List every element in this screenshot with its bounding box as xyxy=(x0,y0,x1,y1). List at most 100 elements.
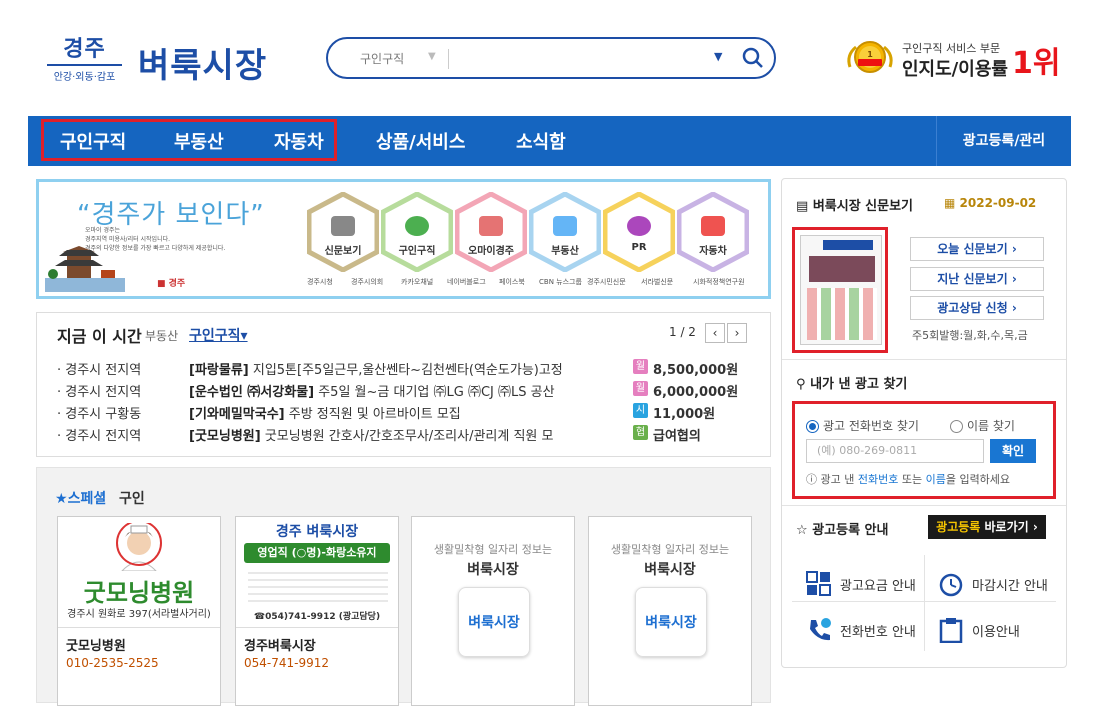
hex-newspaper[interactable]: 신문보기 xyxy=(307,192,379,272)
logo-region-title: 경주 xyxy=(63,37,106,62)
newspaper-icon xyxy=(331,216,355,236)
link-label: 광고요금 안내 xyxy=(840,579,916,594)
building-icon xyxy=(479,216,503,236)
listing-location: · 경주시 구황동 xyxy=(57,407,142,422)
grid-vertical-divider xyxy=(924,555,925,651)
hex-realestate[interactable]: 부동산 xyxy=(529,192,601,272)
card-image-title: 굿모닝병원 xyxy=(83,579,195,607)
phone-number-input[interactable]: (예) 080-269-0811 xyxy=(806,439,984,463)
today-newspaper-button[interactable]: 오늘 신문보기 xyxy=(910,237,1044,261)
listing-text[interactable]: [기와메밀막국수] 주방 정직원 및 아르바이트 모집 xyxy=(189,403,629,422)
hex-jobs[interactable]: 구인구직 xyxy=(381,192,453,272)
search-input[interactable] xyxy=(456,47,706,71)
footer-link-institute[interactable]: 시화적정책연구원 xyxy=(693,277,745,287)
ad-guide-title-label: 광고등록 안내 xyxy=(812,523,889,538)
nav-item-cars[interactable]: 자동차 xyxy=(274,128,324,154)
next-page-button[interactable]: › xyxy=(727,323,747,343)
prev-page-button[interactable]: ‹ xyxy=(705,323,725,343)
shortcut-highlight: 광고등록 xyxy=(936,520,981,534)
info-icon: ⓘ xyxy=(806,473,821,486)
tab-realestate[interactable]: 부동산 xyxy=(145,327,178,344)
person-icon xyxy=(405,216,429,236)
ad-title: 벼룩시장 xyxy=(467,562,519,578)
special-card-ad[interactable]: 생활밀착형 일자리 정보는 벼룩시장 벼룩시장 xyxy=(411,516,575,706)
search-icon[interactable] xyxy=(740,45,766,71)
footer-link-citizen-paper[interactable]: 경주시민신문 xyxy=(587,277,626,287)
award-category: 구인구직 서비스 부문 xyxy=(902,42,1001,55)
listing-amount: 8,500,000원 xyxy=(653,363,739,378)
card-name: 경주벼룩시장 xyxy=(244,639,316,654)
ad-register-shortcut-button[interactable]: 광고등록 바로가기 › xyxy=(928,515,1046,539)
footer-link-blog[interactable]: 네이버블로그 xyxy=(447,277,486,287)
section-divider xyxy=(782,359,1066,360)
footer-link-seorabeol[interactable]: 서라벌신문 xyxy=(641,277,673,287)
hex-label: 부동산 xyxy=(551,246,579,257)
card-image-details xyxy=(248,567,388,605)
award-medal-icon: 1 xyxy=(847,41,893,73)
section-divider xyxy=(782,505,1066,506)
listing-amount: 급여협의 xyxy=(653,429,701,444)
right-sidebar: ▤ 벼룩시장 신문보기 ▦ 2022-09-02 오늘 신문보기 지난 신문보기… xyxy=(781,178,1067,668)
search-icon: ⚲ xyxy=(796,377,811,392)
listing-desc: 주5일 월~금 대기업 ㈜LG ㈜CJ ㈜LS 공산 xyxy=(314,385,555,400)
category-arrow-icon[interactable]: ▼ xyxy=(428,51,436,62)
hex-pr[interactable]: PR xyxy=(603,192,675,272)
nav-item-realestate[interactable]: 부동산 xyxy=(174,128,224,154)
promo-banner[interactable]: “경주가 보인다” 오마이 경주는 경주지역 미용사/리터 시작입니다. 경주의… xyxy=(36,179,771,299)
search-category-select[interactable]: 구인구직 xyxy=(360,50,404,67)
hint-text: 을 입력하세요 xyxy=(945,473,1011,486)
nav-item-news[interactable]: 소식함 xyxy=(516,128,566,154)
footer-link-kakao[interactable]: 카카오채널 xyxy=(401,277,433,287)
card-divider xyxy=(236,627,398,628)
price-grid-icon xyxy=(806,571,831,596)
listing-location: · 경주시 전지역 xyxy=(57,429,142,444)
newspaper-thumbnail[interactable] xyxy=(800,235,882,345)
ad-register-link[interactable]: 광고등록/관리 xyxy=(936,116,1071,166)
hint-text: 또는 xyxy=(898,473,926,486)
publish-schedule: 주5회발행:월,화,수,목,금 xyxy=(912,329,1028,342)
listing-desc: 지입5톤[주5일근무,울산쎈타~김천쎈타(역순도가능)고정 xyxy=(248,363,563,378)
find-ad-title: ⚲ 내가 낸 광고 찾기 xyxy=(796,373,907,392)
radio-phone-search[interactable]: 광고 전화번호 찾기 xyxy=(806,417,919,434)
link-label: 마감시간 안내 xyxy=(972,579,1048,594)
house-icon xyxy=(553,216,577,236)
special-card-market[interactable]: 경주 벼룩시장 영업직 (○명)-화랑소유지 ☎054)741-9912 (광고… xyxy=(235,516,399,706)
find-ad-title-label: 내가 낸 광고 찾기 xyxy=(810,377,908,392)
ad-logo: 벼룩시장 xyxy=(458,587,530,657)
listing-text[interactable]: [굿모닝병원] 굿모닝병원 간호사/간호조무사/조리사/관리계 직원 모 xyxy=(189,425,629,444)
pay-type-badge: 시 xyxy=(633,403,648,418)
ad-guide-title: ☆ 광고등록 안내 xyxy=(796,519,888,538)
regional-logo[interactable]: 경주 안강·외동·감포 xyxy=(47,38,122,83)
nav-item-goods[interactable]: 상품/서비스 xyxy=(376,128,465,154)
input-hint: ⓘ 광고 낸 전화번호 또는 이름을 입력하세요 xyxy=(806,471,1010,487)
date-value: 2022-09-02 xyxy=(959,196,1037,210)
ad-consult-button[interactable]: 광고상담 신청 xyxy=(910,296,1044,320)
site-logo[interactable]: 벼룩시장 xyxy=(138,38,267,87)
tab-jobs-label: 구인구직 xyxy=(189,328,241,344)
footer-link-cbn[interactable]: CBN 뉴스그룹 xyxy=(539,277,582,287)
newspaper-title-label: 벼룩시장 신문보기 xyxy=(812,199,914,214)
award-metric: 인지도/이용률 xyxy=(902,59,1008,80)
radio-checked-icon xyxy=(806,420,819,433)
tab-jobs[interactable]: 구인구직▾ xyxy=(189,325,248,345)
radio-label: 이름 찾기 xyxy=(967,419,1015,433)
special-card-hospital[interactable]: 굿모닝병원 경주시 원화로 397(서라벌사거리) 굿모닝병원 010-2535… xyxy=(57,516,221,706)
radio-name-search[interactable]: 이름 찾기 xyxy=(950,417,1015,434)
now-listings-panel: 지금 이 시간 부동산 구인구직▾ 1 / 2 ‹ › · 경주시 전지역 [파… xyxy=(36,312,771,457)
listing-text[interactable]: [운수법인 ㈜서강화물] 주5일 월~금 대기업 ㈜LG ㈜CJ ㈜LS 공산 xyxy=(189,381,629,400)
special-subtitle: 구인 xyxy=(119,491,145,507)
hex-label: 신문보기 xyxy=(324,246,362,257)
hex-cars[interactable]: 자동차 xyxy=(677,192,749,272)
hex-ohmygyeongju[interactable]: 오마이경주 xyxy=(455,192,527,272)
footer-link-council[interactable]: 경주시의회 xyxy=(351,277,383,287)
newspaper-date: ▦ 2022-09-02 xyxy=(944,196,1036,210)
confirm-button[interactable]: 확인 xyxy=(990,439,1036,463)
footer-link-city[interactable]: 경주시청 xyxy=(307,277,333,287)
listing-text[interactable]: [파랑물류] 지입5톤[주5일근무,울산쎈타~김천쎈타(역순도가능)고정 xyxy=(189,359,629,378)
past-newspaper-button[interactable]: 지난 신문보기 xyxy=(910,267,1044,291)
dropdown-arrow-icon[interactable]: ▼ xyxy=(714,50,722,63)
special-card-ad[interactable]: 생활밀착형 일자리 정보는 벼룩시장 벼룩시장 xyxy=(588,516,752,706)
footer-link-facebook[interactable]: 페이스북 xyxy=(499,277,525,287)
nav-item-jobs[interactable]: 구인구직 xyxy=(60,128,126,154)
search-bar: 구인구직 ▼ ▼ xyxy=(326,37,776,79)
